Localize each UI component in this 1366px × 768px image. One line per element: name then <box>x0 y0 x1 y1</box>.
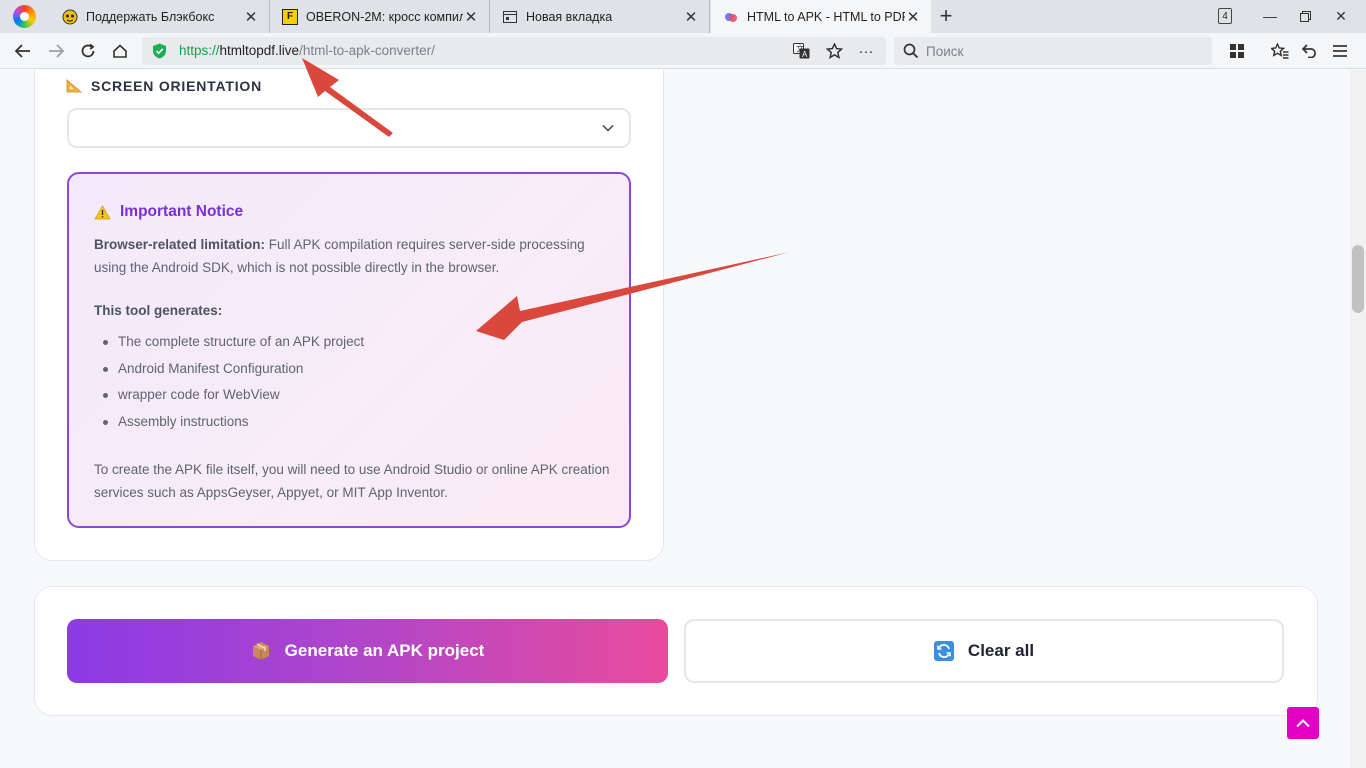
home-icon[interactable] <box>107 38 133 64</box>
tab-title: Новая вкладка <box>526 9 613 24</box>
generates-list: The complete structure of an APK project… <box>94 329 364 436</box>
reload-icon[interactable] <box>75 38 101 64</box>
list-item: Android Manifest Configuration <box>94 356 364 383</box>
blackbox-favicon-icon <box>62 9 78 25</box>
more-icon[interactable]: ··· <box>855 41 877 61</box>
important-notice-box: Important Notice Browser-related limitat… <box>67 172 631 528</box>
tab-support-blackbox[interactable]: Поддержать Блэкбокс ✕ <box>50 0 270 33</box>
url-text[interactable]: https://htmltopdf.live/html-to-apk-conve… <box>179 43 435 58</box>
page-scrollbar[interactable] <box>1350 70 1366 768</box>
tab-title: OBERON-2M: кросс компиля <box>306 9 463 24</box>
new-tab-button[interactable]: + <box>934 3 958 28</box>
tab-close-icon[interactable]: ✕ <box>683 9 699 26</box>
chevron-up-icon <box>1296 719 1310 728</box>
notice-limitation-paragraph: Browser-related limitation: Full APK com… <box>94 234 614 279</box>
navigation-bar: https://htmltopdf.live/html-to-apk-conve… <box>0 33 1366 69</box>
limitation-label: Browser-related limitation: <box>94 237 266 252</box>
warning-icon <box>94 204 111 219</box>
close-window-icon[interactable]: ✕ <box>1328 4 1354 28</box>
notice-title-text: Important Notice <box>120 203 244 220</box>
bookmark-star-icon[interactable] <box>823 41 845 61</box>
clear-all-button[interactable]: Clear all <box>684 619 1284 683</box>
package-icon <box>252 642 269 660</box>
refresh-icon <box>933 641 954 661</box>
url-scheme: https:// <box>179 43 220 58</box>
tab-close-icon[interactable]: ✕ <box>905 9 921 26</box>
translate-icon[interactable]: 文A <box>790 41 812 61</box>
address-bar[interactable]: https://htmltopdf.live/html-to-apk-conve… <box>142 37 886 65</box>
tab-count-badge[interactable]: 4 <box>1218 8 1232 24</box>
tab-oberon[interactable]: F OBERON-2M: кросс компиля ✕ <box>270 0 490 33</box>
page-viewport: SCREEN ORIENTATION Important Notice Brow… <box>0 70 1350 768</box>
url-path: /html-to-apk-converter/ <box>299 43 435 58</box>
oberon-favicon-icon: F <box>282 8 298 25</box>
list-item: The complete structure of an APK project <box>94 329 364 356</box>
notice-title: Important Notice <box>94 203 243 221</box>
screen-orientation-label: SCREEN ORIENTATION <box>66 78 262 94</box>
tab-close-icon[interactable]: ✕ <box>243 9 259 26</box>
tab-new-tab[interactable]: Новая вкладка ✕ <box>490 0 710 33</box>
tab-title: Поддержать Блэкбокс <box>86 9 215 24</box>
tab-html-to-apk[interactable]: HTML to APK - HTML to PDF ✕ <box>711 0 931 33</box>
tool-generates-title: This tool generates: <box>94 303 223 318</box>
search-icon <box>903 43 919 59</box>
new-tab-favicon-icon <box>502 9 518 25</box>
tab-title: HTML to APK - HTML to PDF <box>747 9 905 24</box>
browser-logo-icon[interactable] <box>13 5 36 28</box>
list-item: wrapper code for WebView <box>94 382 364 409</box>
triangular-ruler-icon <box>66 79 82 93</box>
secure-shield-icon[interactable] <box>152 43 167 59</box>
scrollbar-thumb[interactable] <box>1352 245 1364 313</box>
apps-grid-icon[interactable] <box>1224 38 1250 64</box>
tab-bar: Поддержать Блэкбокс ✕ F OBERON-2M: кросс… <box>0 0 1366 33</box>
restore-icon[interactable] <box>1292 4 1318 28</box>
list-item: Assembly instructions <box>94 409 364 436</box>
htmltopdf-favicon-icon <box>723 9 739 25</box>
search-input[interactable] <box>926 41 1196 61</box>
minimize-icon[interactable]: — <box>1257 4 1283 28</box>
screen-orientation-label-text: SCREEN ORIENTATION <box>91 78 262 94</box>
notice-footer-text: To create the APK file itself, you will … <box>94 462 610 500</box>
generate-apk-label: Generate an APK project <box>284 641 485 660</box>
chevron-down-icon[interactable] <box>601 121 615 135</box>
favorites-icon[interactable] <box>1267 38 1293 64</box>
back-to-top-button[interactable] <box>1287 707 1319 739</box>
generate-apk-button[interactable]: Generate an APK project <box>67 619 668 683</box>
svg-text:A: A <box>802 50 808 59</box>
search-box[interactable] <box>894 37 1212 65</box>
undo-icon[interactable] <box>1297 38 1323 64</box>
clear-all-label: Clear all <box>967 641 1035 660</box>
tab-close-icon[interactable]: ✕ <box>463 9 479 26</box>
back-icon[interactable] <box>10 38 36 64</box>
url-host: htmltopdf.live <box>219 43 300 58</box>
screen-orientation-select[interactable] <box>67 108 631 148</box>
forward-icon[interactable] <box>43 38 69 64</box>
menu-icon[interactable] <box>1327 38 1353 64</box>
